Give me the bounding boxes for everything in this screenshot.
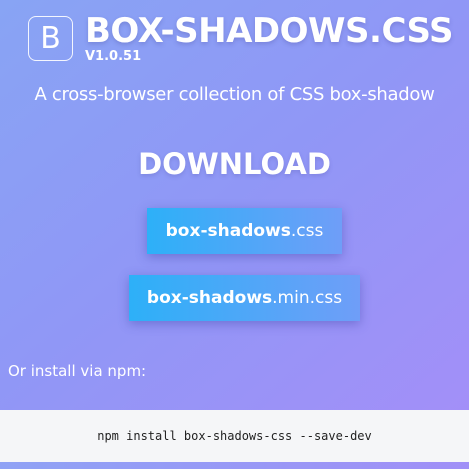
download-min-css-name: box-shadows <box>146 288 273 308</box>
download-css-name: box-shadows <box>165 221 291 241</box>
download-min-css-extension: .min.css <box>272 288 343 308</box>
npm-install-label: Or install via npm: <box>8 362 147 380</box>
download-css-button[interactable]: box-shadows .css <box>147 208 342 254</box>
bottom-background-strip <box>0 462 469 469</box>
npm-command-block[interactable]: npm install box-shadows-css --save-dev <box>0 410 469 462</box>
logo-letter: B <box>40 20 61 56</box>
tagline: A cross-browser collection of CSS box-sh… <box>34 84 435 105</box>
logo-icon[interactable]: B <box>28 16 73 61</box>
download-min-css-button[interactable]: box-shadows .min.css <box>129 275 360 321</box>
npm-command[interactable]: npm install box-shadows-css --save-dev <box>97 429 372 443</box>
page-title: BOX-SHADOWS.CSS <box>85 11 453 51</box>
version-label: V1.0.51 <box>85 49 142 64</box>
download-css-extension: .css <box>290 221 324 241</box>
download-heading: DOWNLOAD <box>138 147 331 181</box>
